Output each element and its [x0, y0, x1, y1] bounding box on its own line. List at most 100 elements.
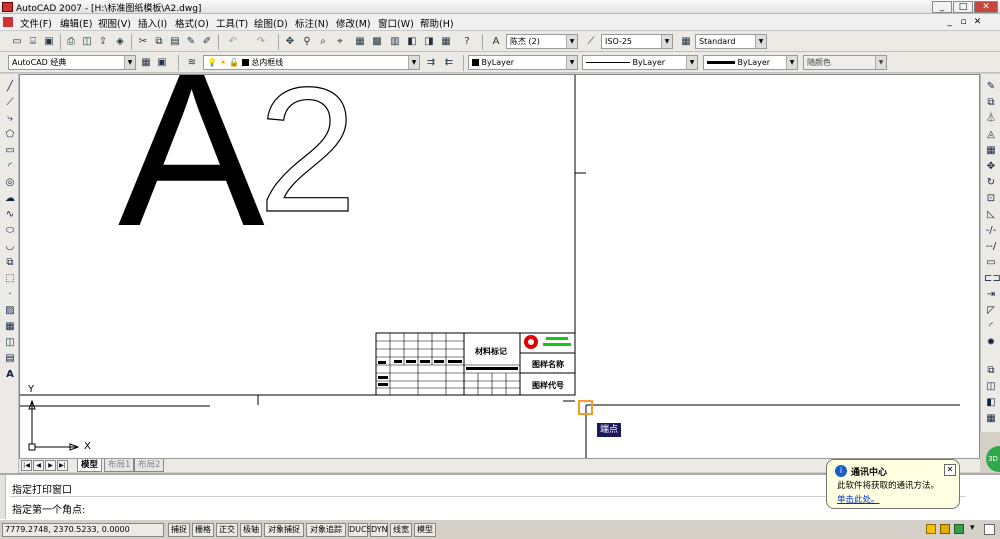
make-block-icon[interactable]: ⬚ — [3, 272, 17, 286]
zoom-realtime-icon[interactable]: ⚲ — [300, 35, 314, 49]
line-icon[interactable]: ╱ — [3, 80, 17, 94]
publish-icon[interactable]: ⇪ — [96, 35, 110, 49]
gradient-icon[interactable]: ▦ — [3, 320, 17, 334]
doc-minimize-button[interactable]: _ — [944, 17, 955, 28]
tab-layout2[interactable]: 布局2 — [134, 459, 165, 472]
save-icon[interactable]: ▣ — [42, 35, 56, 49]
menu-draw[interactable]: 绘图(D) — [254, 16, 288, 30]
balloon-link[interactable]: 单击此处。 — [837, 493, 880, 505]
block-editor-icon[interactable]: ✐ — [200, 35, 214, 49]
new-icon[interactable]: ▭ — [10, 35, 24, 49]
rotate-icon[interactable]: ↻ — [984, 176, 998, 190]
table-style-select[interactable]: Standard ▼ — [695, 34, 767, 49]
workspace-select[interactable]: AutoCAD 经典 ▼ — [8, 55, 136, 70]
ortho-toggle[interactable]: 正交 — [216, 523, 238, 537]
dyn-toggle[interactable]: DYN — [370, 523, 388, 537]
markup-icon[interactable]: ◨ — [422, 35, 436, 49]
tab-layout1[interactable]: 布局1 — [104, 459, 135, 472]
comm-center-icon[interactable] — [954, 524, 964, 534]
explode-icon[interactable]: ✸ — [984, 336, 998, 350]
prev-tab-button[interactable]: ◀ — [33, 460, 44, 471]
sheet-set-icon[interactable]: ◧ — [405, 35, 419, 49]
trim-icon[interactable]: -/- — [984, 224, 998, 238]
properties-icon[interactable]: ▦ — [353, 35, 367, 49]
paste-icon[interactable]: ▤ — [168, 35, 182, 49]
ellipse-icon[interactable]: ⬭ — [3, 224, 17, 238]
lineweight-toggle[interactable]: 线宽 — [390, 523, 412, 537]
draw-order-icon[interactable]: ⧉ — [984, 364, 998, 378]
region-icon[interactable]: ◫ — [3, 336, 17, 350]
break-icon[interactable]: ⊏⊐ — [984, 272, 1000, 286]
group-icon[interactable]: ▦ — [984, 412, 998, 426]
workspace-settings-icon[interactable]: ▦ — [139, 56, 153, 70]
menu-view[interactable]: 视图(V) — [98, 16, 131, 30]
menu-insert[interactable]: 插入(I) — [138, 16, 167, 30]
layer-previous-icon[interactable]: ⇇ — [442, 56, 456, 70]
layer-manager-icon[interactable]: ≋ — [185, 56, 199, 70]
redo-icon[interactable]: ↷ — [254, 35, 268, 49]
bring-front-icon[interactable]: ◫ — [984, 380, 998, 394]
otrack-toggle[interactable]: 对象追踪 — [306, 523, 346, 537]
hatch-icon[interactable]: ▨ — [3, 304, 17, 318]
make-current-layer-icon[interactable]: ⇉ — [424, 56, 438, 70]
pan-icon[interactable]: ✥ — [283, 35, 297, 49]
menu-format[interactable]: 格式(O) — [175, 16, 209, 30]
copy-object-icon[interactable]: ⧉ — [984, 96, 998, 110]
menu-modify[interactable]: 修改(M) — [336, 16, 371, 30]
autocad-app-icon[interactable] — [2, 2, 13, 12]
close-button[interactable]: ✕ — [974, 1, 998, 13]
tab-model[interactable]: 模型 — [77, 459, 103, 472]
snap-toggle[interactable]: 捕捉 — [168, 523, 190, 537]
break-at-point-icon[interactable]: ▭ — [984, 256, 998, 270]
table-style-icon[interactable]: ▦ — [679, 35, 693, 49]
mirror-icon[interactable]: ⏃ — [984, 112, 998, 126]
open-icon[interactable]: ⌸ — [26, 35, 40, 49]
ducs-toggle[interactable]: DUCS — [348, 523, 372, 537]
menu-edit[interactable]: 编辑(E) — [60, 16, 92, 30]
construction-line-icon[interactable]: ⟋ — [3, 96, 17, 110]
doc-close-button[interactable]: ✕ — [972, 17, 983, 28]
print-icon[interactable]: ⎙ — [64, 35, 78, 49]
arc-icon[interactable]: ◜ — [3, 160, 17, 174]
statusbar-menu-icon[interactable]: ▾ — [970, 523, 975, 533]
extend-icon[interactable]: --/ — [984, 240, 998, 254]
minimize-button[interactable]: _ — [932, 1, 952, 13]
3d-publish-icon[interactable]: ◈ — [113, 35, 127, 49]
next-tab-button[interactable]: ▶ — [45, 460, 56, 471]
warning-icon[interactable] — [926, 524, 936, 534]
rectangle-icon[interactable]: ▭ — [3, 144, 17, 158]
zoom-window-icon[interactable]: ⌕ — [316, 35, 330, 49]
undo-icon[interactable]: ↶ — [226, 35, 240, 49]
revision-cloud-icon[interactable]: ☁ — [3, 192, 17, 206]
polyline-icon[interactable]: ⤷ — [3, 112, 17, 126]
command-prompt[interactable]: 指定第一个角点: — [12, 501, 85, 516]
dim-style-icon[interactable]: ⟋ — [584, 35, 598, 49]
grid-toggle[interactable]: 栅格 — [192, 523, 214, 537]
erase-icon[interactable]: ✎ — [984, 80, 998, 94]
linetype-select[interactable]: ByLayer ▼ — [582, 55, 698, 70]
command-window-grip[interactable] — [0, 475, 6, 519]
chamfer-icon[interactable]: ◸ — [984, 304, 998, 318]
layer-select[interactable]: 💡 ☀ 🔓 总内框线 ▼ — [203, 55, 420, 70]
copy-icon[interactable]: ⧉ — [152, 35, 166, 49]
polygon-icon[interactable]: ⬠ — [3, 128, 17, 142]
plotstyle-select[interactable]: 随颜色 ▼ — [803, 55, 887, 70]
menu-dimension[interactable]: 标注(N) — [295, 16, 329, 30]
menu-window[interactable]: 窗口(W) — [378, 16, 414, 30]
doc-restore-button[interactable]: ▫ — [958, 17, 969, 28]
cut-icon[interactable]: ✂ — [136, 35, 150, 49]
spline-icon[interactable]: ∿ — [3, 208, 17, 222]
multiline-text-icon[interactable]: A — [3, 368, 17, 382]
send-back-icon[interactable]: ◧ — [984, 396, 998, 410]
offset-icon[interactable]: ◬ — [984, 128, 998, 142]
balloon-close-icon[interactable]: ✕ — [944, 464, 956, 476]
help-icon[interactable]: ? — [460, 35, 474, 49]
preview-icon[interactable]: ◫ — [80, 35, 94, 49]
menu-tools[interactable]: 工具(T) — [216, 16, 248, 30]
color-select[interactable]: ByLayer ▼ — [468, 55, 578, 70]
insert-block-icon[interactable]: ⧉ — [3, 256, 17, 270]
fillet-icon[interactable]: ◜ — [984, 320, 998, 334]
stretch-icon[interactable]: ◺ — [984, 208, 998, 222]
first-tab-button[interactable]: |◀ — [21, 460, 32, 471]
polar-toggle[interactable]: 极轴 — [240, 523, 262, 537]
